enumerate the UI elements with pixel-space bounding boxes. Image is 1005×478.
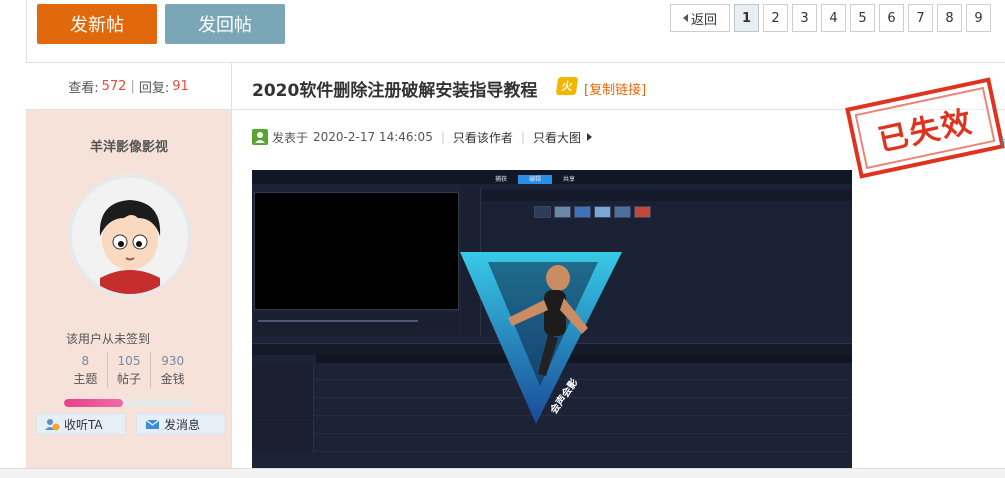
follow-user-icon (45, 418, 60, 430)
pagination: 返回 1 2 3 4 5 6 7 8 9 (670, 4, 991, 32)
play-arrow-icon[interactable] (586, 133, 592, 141)
thread-stats: 查看: 572 | 回复: 91 (26, 63, 232, 109)
message-label: 发消息 (164, 417, 201, 432)
preview-window (254, 192, 459, 310)
only-large-image-link[interactable]: 只看大图 (533, 129, 581, 146)
author-profile: 羊洋影像影视 该用户从未签到 8 主题 105 帖子 930 金钱 收听TA 发… (26, 110, 232, 478)
thread-header: 查看: 572 | 回复: 91 2020软件删除注册破解安装指导教程 火 [复… (26, 62, 1005, 110)
media-thumb (614, 206, 631, 218)
media-thumb (534, 206, 551, 218)
replies-count: 91 (172, 78, 189, 94)
software-screenshot[interactable]: 捕获 编辑 共享 会声会影 (252, 170, 852, 468)
library-thumbs (534, 206, 651, 218)
library-toolbar (482, 190, 852, 201)
only-author-link[interactable]: 只看该作者 (453, 129, 513, 146)
replies-label: 回复: (138, 80, 170, 96)
stat-label: 帖子 (117, 372, 142, 386)
track-header (252, 435, 314, 452)
app-tab-share: 共享 (562, 176, 575, 183)
envelope-icon (145, 419, 160, 429)
level-progress-fill (64, 399, 123, 407)
stat-value: 105 (117, 354, 141, 368)
preview-controls (254, 313, 459, 335)
posted-time: 2020-2-17 14:46:05 (313, 130, 433, 144)
stat-label: 金钱 (160, 372, 185, 386)
page-link-8[interactable]: 8 (937, 4, 962, 32)
signin-status: 该用户从未签到 (66, 332, 151, 346)
page-link-6[interactable]: 6 (879, 4, 904, 32)
reply-button[interactable]: 发回帖 (165, 4, 285, 44)
page-link-1[interactable]: 1 (734, 4, 759, 32)
page-link-9[interactable]: 9 (966, 4, 991, 32)
stat-value: 930 (161, 354, 185, 368)
back-arrow-icon (682, 14, 688, 22)
stat-topics[interactable]: 8 主题 (64, 352, 108, 388)
back-label: 返回 (690, 12, 717, 28)
media-thumb (594, 206, 611, 218)
scrubber (258, 320, 418, 322)
page-link-3[interactable]: 3 (792, 4, 817, 32)
media-thumb (574, 206, 591, 218)
media-thumb (554, 206, 571, 218)
app-splash-logo (460, 252, 622, 424)
author-name[interactable]: 羊洋影像影视 (26, 136, 232, 155)
track-header (252, 363, 314, 380)
page-link-2[interactable]: 2 (763, 4, 788, 32)
post-meta: 发表于 2020-2-17 14:46:05 | 只看该作者 | 只看大图 (252, 128, 592, 146)
online-user-icon (252, 129, 268, 145)
stats-divider: | (130, 78, 135, 94)
hot-thread-icon: 火 (555, 77, 579, 95)
new-post-button[interactable]: 发新帖 (37, 4, 157, 44)
app-tab-capture: 捕获 (494, 176, 507, 183)
floor-label: 楼 (1000, 134, 1005, 151)
page-link-5[interactable]: 5 (850, 4, 875, 32)
track-header (252, 381, 314, 398)
page-link-4[interactable]: 4 (821, 4, 846, 32)
avatar[interactable] (68, 174, 192, 298)
timeline-track (252, 435, 852, 452)
views-count: 572 (101, 78, 127, 94)
views-label: 查看: (68, 80, 99, 96)
app-tab-edit: 编辑 (518, 175, 552, 184)
posted-label: 发表于 (272, 130, 309, 145)
media-thumb (634, 206, 651, 218)
stat-label: 主题 (73, 372, 98, 386)
page-link-7[interactable]: 7 (908, 4, 933, 32)
meta-divider: | (520, 130, 525, 144)
track-header (252, 399, 314, 416)
track-header (252, 417, 314, 434)
cartoon-avatar-icon (72, 178, 188, 294)
app-tabs: 捕获 编辑 共享 (484, 175, 586, 184)
send-message-button[interactable]: 发消息 (136, 413, 226, 435)
follow-button[interactable]: 收听TA (36, 413, 126, 435)
page-bottom-strip (0, 468, 1005, 478)
author-stats: 8 主题 105 帖子 930 金钱 (64, 352, 194, 388)
stat-value: 8 (81, 354, 90, 368)
copy-link-button[interactable]: [复制链接] (584, 79, 646, 98)
stat-posts[interactable]: 105 帖子 (108, 352, 152, 388)
thread-title: 2020软件删除注册破解安装指导教程 (252, 81, 538, 101)
follow-label: 收听TA (64, 417, 103, 432)
level-progress-bar (64, 399, 194, 407)
meta-divider: | (440, 130, 445, 144)
back-button[interactable]: 返回 (670, 4, 730, 32)
stat-money[interactable]: 930 金钱 (151, 352, 194, 388)
